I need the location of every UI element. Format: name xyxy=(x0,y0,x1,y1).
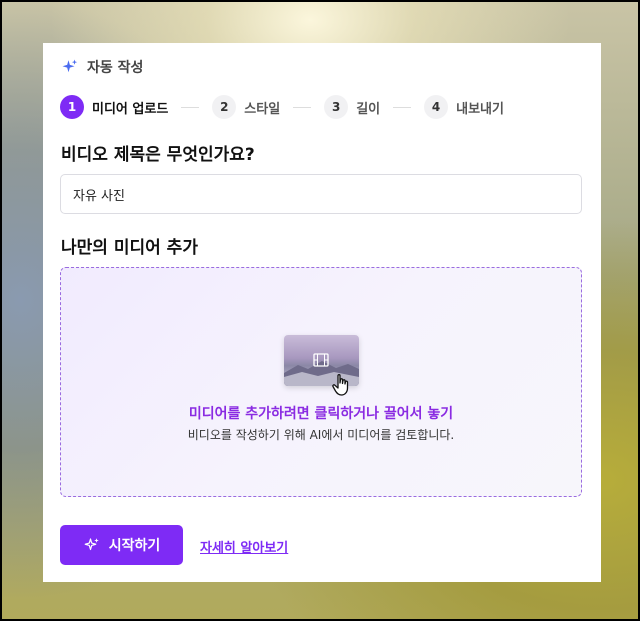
start-button[interactable]: 시작하기 xyxy=(60,525,183,565)
step-number: 1 xyxy=(60,95,84,119)
learn-more-link[interactable]: 자세히 알아보기 xyxy=(200,537,288,556)
media-dropzone[interactable]: 미디어를 추가하려면 클릭하거나 끌어서 놓기 비디오를 작성하기 위해 AI에… xyxy=(60,267,582,497)
sparkle-icon xyxy=(62,59,78,73)
stepper: 1 미디어 업로드 2 스타일 3 길이 4 내보내기 xyxy=(60,95,504,119)
step-media-upload[interactable]: 1 미디어 업로드 xyxy=(60,95,168,119)
dropzone-primary-text: 미디어를 추가하려면 클릭하거나 끌어서 놓기 xyxy=(188,406,454,422)
step-label: 스타일 xyxy=(244,101,281,117)
panel-header: 자동 작성 xyxy=(61,57,143,77)
step-style[interactable]: 2 스타일 xyxy=(212,95,280,119)
step-number: 2 xyxy=(212,95,237,119)
step-divider xyxy=(393,106,412,108)
step-length[interactable]: 3 길이 xyxy=(324,95,380,119)
panel-title: 자동 작성 xyxy=(87,60,144,76)
media-section-title: 나만의 미디어 추가 xyxy=(61,238,198,258)
step-label: 길이 xyxy=(356,101,381,117)
hand-cursor-icon xyxy=(332,374,349,396)
step-export[interactable]: 4 내보내기 xyxy=(424,95,504,119)
step-label: 미디어 업로드 xyxy=(92,101,169,117)
step-number: 3 xyxy=(324,95,349,119)
step-number: 4 xyxy=(424,95,449,119)
film-icon xyxy=(313,353,329,367)
step-divider xyxy=(181,106,200,108)
video-title-input[interactable] xyxy=(60,174,582,214)
start-button-label: 시작하기 xyxy=(108,538,161,554)
step-divider xyxy=(293,106,312,108)
step-label: 내보내기 xyxy=(456,101,504,117)
dropzone-secondary-text: 비디오를 작성하기 위해 AI에서 미디어를 검토합니다. xyxy=(187,428,455,442)
sparkle-icon xyxy=(84,538,99,551)
auto-create-panel: 자동 작성 1 미디어 업로드 2 스타일 3 길이 4 내보내기 비디오 제목… xyxy=(43,43,601,582)
video-title-question: 비디오 제목은 무엇인가요? xyxy=(61,145,255,165)
